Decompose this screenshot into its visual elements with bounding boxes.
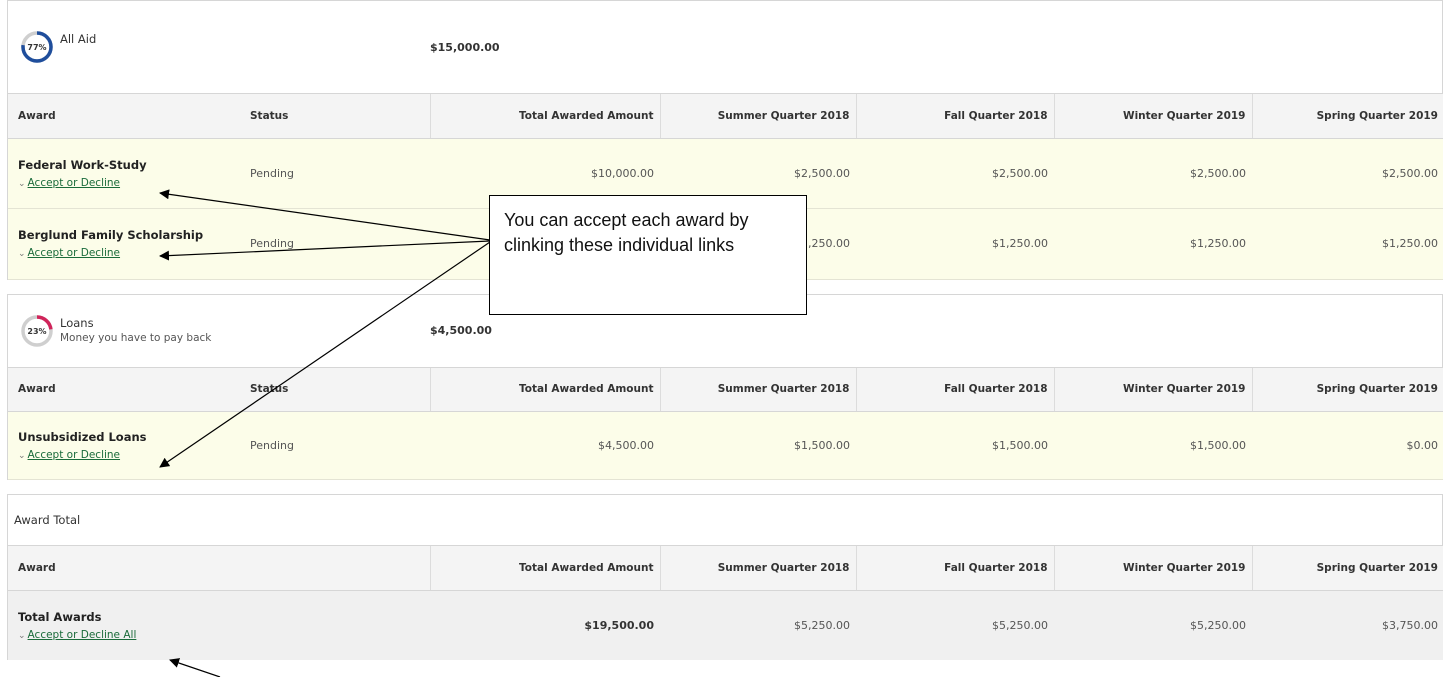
- award-winter-2019: $1,250.00: [1054, 208, 1252, 280]
- col-status: Status: [240, 94, 430, 139]
- award-summer-2018: $1,500.00: [660, 411, 856, 480]
- col-award: Award: [8, 367, 240, 412]
- chevron-down-icon: ⌄: [18, 178, 26, 189]
- col-spring-2019: Spring Quarter 2019: [1251, 367, 1443, 412]
- loans-section: 23% Loans Money you have to pay back $4,…: [7, 293, 1443, 480]
- col-fall-2018: Fall Quarter 2018: [855, 546, 1054, 591]
- award-name: Unsubsidized Loans: [18, 430, 147, 444]
- award-fall-2018: $1,250.00: [856, 208, 1054, 280]
- award-name: Federal Work-Study: [18, 157, 147, 172]
- total-awards-fall-2018: $5,250.00: [856, 590, 1054, 660]
- award-total-header-row: Award Total Awarded Amount Summer Quarte…: [8, 546, 1443, 591]
- award-total-table: Award Total Awarded Amount Summer Quarte…: [8, 546, 1443, 660]
- award-status: Pending: [240, 208, 430, 280]
- loans-percent: 23%: [27, 327, 46, 336]
- loans-title: Loans: [60, 315, 94, 330]
- col-award: Award: [8, 546, 430, 591]
- award-total: $4,500.00: [430, 411, 660, 480]
- award-status: Pending: [240, 138, 430, 209]
- accept-decline-link[interactable]: ⌄ Accept or Decline: [18, 177, 120, 189]
- chevron-down-icon: ⌄: [18, 249, 26, 259]
- award-row-unsubsidized-loans: Unsubsidized Loans ⌄ Accept or Decline Pe…: [8, 411, 1443, 480]
- award-total-title: Award Total: [14, 513, 81, 527]
- award-total-summary: Award Total: [8, 495, 1442, 546]
- col-total: Total Awarded Amount: [429, 94, 660, 139]
- col-winter-2019: Winter Quarter 2019: [1053, 367, 1252, 412]
- col-summer-2018: Summer Quarter 2018: [659, 367, 856, 412]
- col-award: Award: [8, 94, 240, 139]
- col-spring-2019: Spring Quarter 2019: [1251, 546, 1443, 591]
- loans-percent-ring-icon: 23%: [21, 314, 53, 347]
- all-aid-title: All Aid: [60, 32, 97, 46]
- col-summer-2018: Summer Quarter 2018: [659, 94, 856, 139]
- all-aid-summary: 77% All Aid $15,000.00: [8, 1, 1442, 94]
- col-spring-2019: Spring Quarter 2019: [1251, 94, 1443, 139]
- total-awards-spring-2019: $3,750.00: [1252, 590, 1443, 660]
- award-spring-2019: $2,500.00: [1252, 138, 1443, 209]
- award-fall-2018: $1,500.00: [856, 411, 1054, 480]
- col-total: Total Awarded Amount: [429, 367, 660, 412]
- accept-decline-link[interactable]: ⌄ Accept or Decline: [18, 247, 120, 259]
- aid-summary-page: 77% All Aid $15,000.00 Award Status Tota…: [7, 0, 1443, 677]
- total-awards-winter-2019: $5,250.00: [1054, 590, 1252, 660]
- total-awards-name: Total Awards: [18, 609, 102, 624]
- all-aid-header-row: Award Status Total Awarded Amount Summer…: [8, 94, 1443, 139]
- col-winter-2019: Winter Quarter 2019: [1053, 546, 1252, 591]
- award-status: Pending: [240, 411, 430, 480]
- loans-table: Award Status Total Awarded Amount Summer…: [8, 367, 1443, 480]
- total-awards-row: Total Awards ⌄ Accept or Decline All $19,…: [8, 590, 1443, 660]
- all-aid-percent-ring-icon: 77%: [21, 31, 53, 63]
- total-awards-summer-2018: $5,250.00: [660, 590, 856, 660]
- loans-subtitle: Money you have to pay back: [60, 331, 212, 344]
- award-winter-2019: $1,500.00: [1054, 411, 1252, 480]
- award-spring-2019: $0.00: [1252, 411, 1443, 480]
- col-fall-2018: Fall Quarter 2018: [855, 94, 1054, 139]
- award-winter-2019: $2,500.00: [1054, 138, 1252, 209]
- col-total: Total Awarded Amount: [429, 546, 660, 591]
- col-summer-2018: Summer Quarter 2018: [659, 546, 856, 591]
- award-name: Berglund Family Scholarship: [18, 228, 204, 242]
- loans-amount: $4,500.00: [430, 324, 492, 337]
- accept-decline-all-link[interactable]: ⌄ Accept or Decline All: [18, 629, 136, 641]
- loans-header-row: Award Status Total Awarded Amount Summer…: [8, 367, 1443, 412]
- award-total-section: Award Total Award Total Awarded Amount S…: [7, 494, 1443, 660]
- all-aid-amount: $15,000.00: [430, 40, 500, 54]
- chevron-down-icon: ⌄: [18, 451, 26, 461]
- award-spring-2019: $1,250.00: [1252, 208, 1443, 280]
- col-winter-2019: Winter Quarter 2019: [1053, 94, 1252, 139]
- col-fall-2018: Fall Quarter 2018: [855, 367, 1054, 412]
- instruction-callout: You can accept each award by clinking th…: [489, 195, 807, 315]
- chevron-down-icon: ⌄: [18, 630, 26, 641]
- all-aid-percent: 77%: [27, 43, 46, 52]
- col-status: Status: [240, 367, 430, 412]
- accept-decline-link[interactable]: ⌄ Accept or Decline: [18, 449, 120, 461]
- total-awards-total: $19,500.00: [430, 590, 660, 660]
- award-fall-2018: $2,500.00: [856, 138, 1054, 209]
